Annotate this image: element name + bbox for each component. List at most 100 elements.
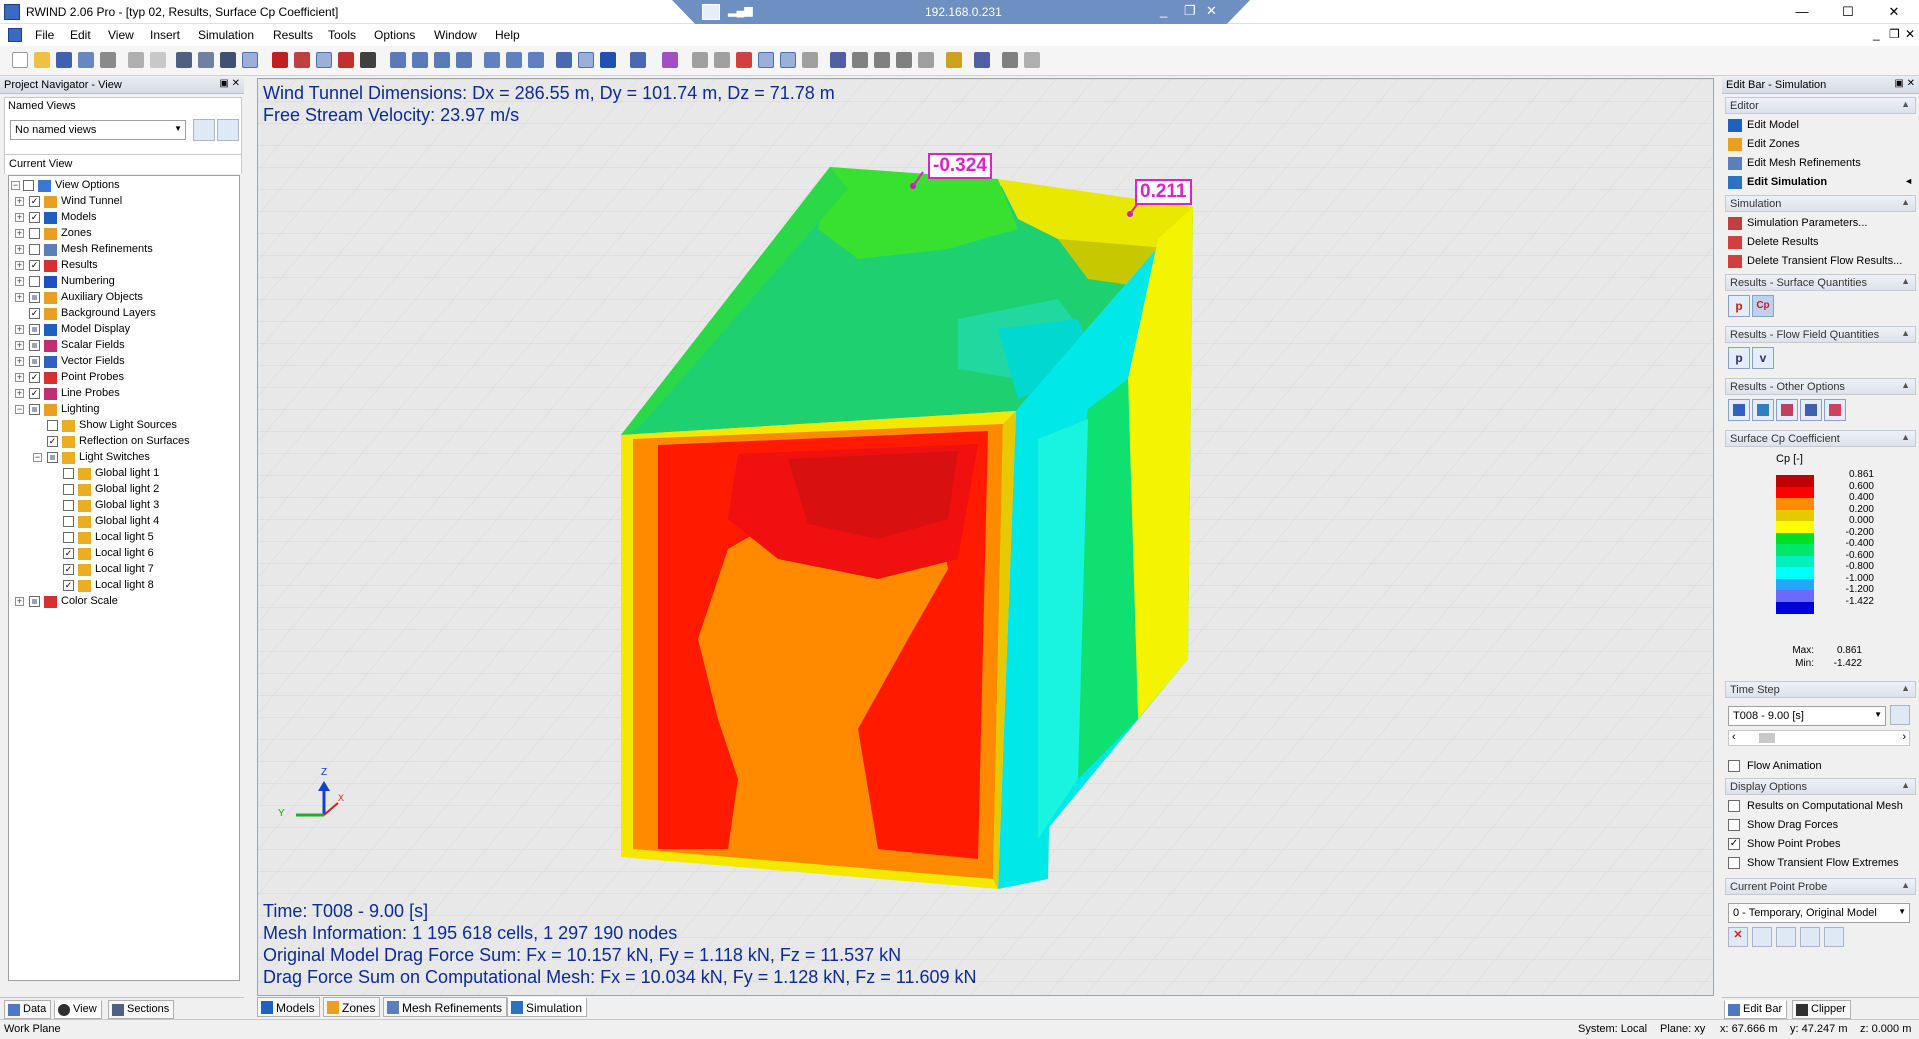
wind-button[interactable]: [1824, 399, 1846, 421]
tree-checkbox[interactable]: [29, 228, 40, 239]
layers-button[interactable]: [1752, 399, 1774, 421]
view-front-icon[interactable]: [390, 52, 406, 68]
expand-icon[interactable]: +: [15, 197, 24, 206]
expand-icon[interactable]: +: [15, 229, 24, 238]
tree-checkbox[interactable]: ✓: [29, 260, 40, 271]
chart-button[interactable]: [1800, 399, 1822, 421]
menu-window[interactable]: Window: [434, 28, 477, 42]
minimize-button[interactable]: —: [1780, 2, 1824, 22]
split-horizontal-icon[interactable]: [780, 52, 796, 68]
probe-icon[interactable]: [736, 52, 752, 68]
expand-icon[interactable]: +: [15, 293, 24, 302]
save-as-icon[interactable]: [78, 52, 94, 68]
save-view-button[interactable]: [217, 119, 239, 141]
cut-icon[interactable]: [918, 52, 934, 68]
tree-checkbox[interactable]: [29, 340, 40, 351]
results-view-icon[interactable]: [294, 52, 310, 68]
tree-checkbox[interactable]: [29, 596, 40, 607]
rotate-right-icon[interactable]: [528, 52, 544, 68]
arrange-icon[interactable]: [692, 52, 708, 68]
model-view-icon[interactable]: [272, 52, 288, 68]
menu-help[interactable]: Help: [495, 28, 520, 42]
settings-icon[interactable]: [974, 52, 990, 68]
flow-animation-box[interactable]: [1728, 760, 1740, 772]
move-icon[interactable]: [316, 52, 332, 68]
tree-item[interactable]: + Mesh Refinements: [9, 242, 237, 258]
tree-item[interactable]: + ✓ Models: [9, 210, 237, 226]
tree-checkbox[interactable]: ✓: [29, 308, 40, 319]
tree-checkbox[interactable]: ✓: [29, 372, 40, 383]
expand-icon[interactable]: +: [15, 389, 24, 398]
tree-checkbox[interactable]: ✓: [47, 436, 58, 447]
table-icon[interactable]: [802, 52, 818, 68]
tab-zones[interactable]: Zones: [323, 997, 381, 1017]
tree-checkbox[interactable]: [63, 468, 74, 479]
expand-icon[interactable]: +: [15, 277, 24, 286]
tab-data[interactable]: Data: [4, 1000, 52, 1019]
menu-insert[interactable]: Insert: [150, 28, 180, 42]
transparent-icon[interactable]: [578, 52, 594, 68]
menu-simulation[interactable]: Simulation: [198, 28, 254, 42]
display-option-checkbox[interactable]: [1728, 857, 1740, 869]
remote-minimize-button[interactable]: _: [1160, 3, 1167, 18]
tree-item[interactable]: + ✓ Point Probes: [9, 370, 237, 386]
tree-item[interactable]: − View Options: [9, 178, 237, 194]
pin-icon[interactable]: ▣ ✕: [1894, 78, 1915, 89]
tree-checkbox[interactable]: ✓: [63, 548, 74, 559]
chevron-left-icon[interactable]: ‹: [1732, 731, 1736, 743]
tree-checkbox[interactable]: [29, 356, 40, 367]
tree-item[interactable]: ✓ Reflection on Surfaces: [9, 434, 237, 450]
tree-item[interactable]: Global light 3: [9, 498, 237, 514]
expand-icon[interactable]: +: [15, 261, 24, 270]
tab-edit-bar[interactable]: Edit Bar: [1724, 1000, 1788, 1019]
delete-probe-button[interactable]: ✕: [1728, 927, 1748, 947]
tree-checkbox[interactable]: [47, 420, 58, 431]
tab-sections[interactable]: Sections: [108, 1000, 175, 1019]
menu-tools[interactable]: Tools: [328, 28, 356, 42]
split-view-icon[interactable]: [758, 52, 774, 68]
refresh-icon[interactable]: [484, 52, 500, 68]
time-step-section[interactable]: Time Step ▲: [1725, 681, 1916, 698]
view-side-icon[interactable]: [412, 52, 428, 68]
tree-item[interactable]: Global light 4: [9, 514, 237, 530]
box-icon[interactable]: [874, 52, 890, 68]
tree-checkbox[interactable]: [63, 516, 74, 527]
tree-checkbox[interactable]: ✓: [63, 580, 74, 591]
pin-icon[interactable]: ▣ ✕: [219, 78, 240, 89]
export-probe-button[interactable]: [1800, 927, 1820, 947]
expand-icon[interactable]: +: [15, 213, 24, 222]
new-file-icon[interactable]: [12, 52, 28, 68]
tree-checkbox[interactable]: [29, 276, 40, 287]
document-icon[interactable]: [8, 28, 22, 42]
save-icon[interactable]: [56, 52, 72, 68]
point-probe-section[interactable]: Current Point Probe ▲: [1725, 878, 1916, 895]
contour-button[interactable]: [1776, 399, 1798, 421]
tree-checkbox[interactable]: ✓: [29, 212, 40, 223]
time-step-slider[interactable]: ‹ ›: [1728, 730, 1910, 746]
remote-restore-button[interactable]: ❐: [1184, 3, 1196, 19]
tree-checkbox[interactable]: [63, 532, 74, 543]
mdi-close-button[interactable]: ✕: [1905, 27, 1915, 41]
editor-section[interactable]: Editor ▲: [1725, 97, 1916, 114]
cp-section[interactable]: Surface Cp Coefficient ▲: [1725, 430, 1916, 447]
expand-icon[interactable]: +: [15, 245, 24, 254]
display-option-checkbox[interactable]: ✓: [1728, 838, 1740, 850]
tree-item[interactable]: + Numbering: [9, 274, 237, 290]
time-step-select[interactable]: T008 - 9.00 [s] ▼: [1728, 706, 1886, 726]
surface-quantities-section[interactable]: Results - Surface Quantities ▲: [1725, 274, 1916, 291]
flow-velocity-button[interactable]: v: [1752, 347, 1774, 369]
expand-icon[interactable]: +: [15, 597, 24, 606]
edit-simulation-item[interactable]: Edit Simulation ◄: [1728, 174, 1913, 191]
mdi-minimize-button[interactable]: _: [1873, 27, 1880, 41]
menu-view[interactable]: View: [108, 28, 134, 42]
tree-item[interactable]: ✓ Local light 6: [9, 546, 237, 562]
tab-clipper[interactable]: Clipper: [1792, 1000, 1851, 1019]
tree-item[interactable]: + Color Scale: [9, 594, 237, 610]
tree-item[interactable]: Global light 2: [9, 482, 237, 498]
expand-icon[interactable]: +: [15, 341, 24, 350]
tree-item[interactable]: − Light Switches: [9, 450, 237, 466]
collapse-icon[interactable]: −: [15, 405, 24, 414]
grid-icon[interactable]: [220, 52, 236, 68]
collapse-icon[interactable]: −: [11, 181, 20, 190]
menu-options[interactable]: Options: [374, 28, 415, 42]
